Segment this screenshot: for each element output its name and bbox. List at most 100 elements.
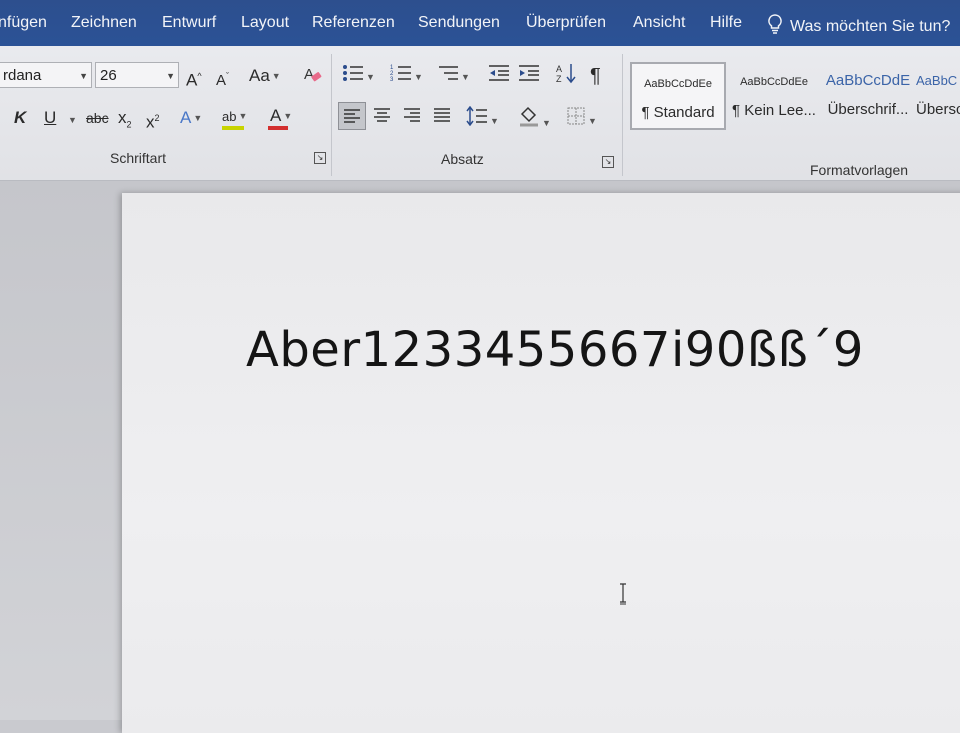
font-name-combobox[interactable]: rdana ▼ (0, 62, 92, 88)
subscript-icon: x (118, 108, 127, 127)
increase-indent-button[interactable] (518, 64, 540, 87)
tab-einfuegen[interactable]: nfügen (0, 14, 47, 32)
decrease-indent-button[interactable] (488, 64, 510, 87)
strikethrough-button[interactable]: abc (86, 108, 109, 128)
style-sample: AaBbC (916, 73, 958, 88)
i-beam-cursor-icon (618, 583, 628, 610)
style-sample: AaBbCcDdEe (740, 76, 808, 88)
sort-button[interactable]: AZ (556, 62, 576, 89)
paragraph-dialog-launcher-icon[interactable]: ↘ (602, 156, 614, 168)
tab-zeichnen[interactable]: Zeichnen (71, 14, 137, 32)
style-heading-1[interactable]: AaBbCcDdE Überschrif... (822, 62, 914, 130)
group-label-font: Schriftart (110, 150, 167, 166)
tell-me-label: Was möchten Sie tun? (790, 18, 951, 35)
align-right-icon (404, 108, 420, 122)
document-text[interactable]: Aber1233455667i90ßß´9 (246, 322, 864, 378)
group-divider (622, 54, 623, 176)
increase-indent-icon (519, 65, 539, 81)
borders-icon (567, 107, 585, 125)
chevron-down-icon[interactable]: ▼ (166, 63, 175, 89)
justify-button[interactable] (432, 106, 452, 131)
borders-button[interactable]: ▼ (566, 106, 597, 131)
eraser-icon: A (304, 66, 322, 83)
align-left-button[interactable] (338, 102, 366, 130)
numbering-button[interactable]: 1 2 3 ▼ (390, 64, 423, 87)
bullets-button[interactable]: ▼ (342, 64, 375, 87)
tab-hilfe[interactable]: Hilfe (710, 14, 742, 32)
highlight-color-bar (222, 126, 244, 130)
decrease-indent-icon (489, 65, 509, 81)
tab-layout[interactable]: Layout (241, 14, 289, 32)
grow-font-icon: A (186, 70, 198, 90)
numbered-list-icon: 123 (390, 65, 411, 83)
font-dialog-launcher-icon[interactable]: ↘ (314, 152, 326, 164)
subscript-small: 2 (126, 119, 132, 130)
chevron-down-icon: ▼ (238, 111, 248, 121)
subscript-button[interactable]: x2 (118, 108, 132, 134)
font-color-label: A (270, 106, 282, 125)
style-name: Übersc (916, 101, 960, 118)
highlight-button[interactable]: ab ▼ (222, 106, 248, 130)
highlighter-icon: ab (222, 107, 244, 130)
group-divider (331, 54, 332, 176)
tab-referenzen[interactable]: Referenzen (312, 14, 395, 32)
ribbon: rdana ▼ 26 ▼ A^ Aˇ Aa ▼ A K U ▼ abc x2 x2… (0, 46, 960, 181)
style-heading-2[interactable]: AaBbC Übersc (916, 62, 960, 130)
style-name: ¶ Standard (641, 104, 715, 121)
svg-text:Z: Z (556, 74, 562, 84)
tab-entwurf[interactable]: Entwurf (162, 14, 216, 32)
ribbon-tab-bar: nfügen Zeichnen Entwurf Layout Referenze… (0, 0, 960, 46)
align-center-button[interactable] (372, 106, 392, 131)
chevron-down-icon: ▼ (461, 72, 470, 82)
tab-ueberpruefen[interactable]: Überprüfen (526, 14, 606, 32)
text-effects-button[interactable]: A ▼ (180, 108, 202, 128)
style-standard[interactable]: AaBbCcDdEe ¶ Standard (630, 62, 726, 130)
tell-me-search[interactable]: Was möchten Sie tun? (768, 14, 950, 39)
tab-ansicht[interactable]: Ansicht (633, 14, 685, 32)
chevron-down-icon: ▼ (193, 113, 203, 123)
chevron-down-icon: ▼ (283, 111, 293, 121)
document-page[interactable] (122, 193, 960, 733)
underline-dropdown[interactable]: ▼ (66, 110, 77, 130)
svg-text:3: 3 (390, 77, 394, 82)
bullet-list-icon (343, 65, 363, 81)
superscript-button[interactable]: x2 (146, 108, 160, 133)
chevron-down-icon: ▼ (366, 72, 375, 82)
chevron-down-icon[interactable]: ▼ (79, 63, 88, 89)
line-spacing-icon (466, 105, 487, 127)
shading-button[interactable]: ▼ (518, 104, 551, 133)
chevron-down-icon: ▼ (68, 115, 77, 125)
line-spacing-button[interactable]: ▼ (466, 105, 499, 131)
underline-button[interactable]: U (44, 108, 56, 128)
shrink-font-icon: A (216, 72, 227, 89)
font-size-value: 26 (100, 67, 117, 84)
paint-bucket-icon (520, 106, 538, 127)
style-no-spacing[interactable]: AaBbCcDdEe ¶ Kein Lee... (728, 62, 820, 130)
change-case-button[interactable]: Aa ▼ (249, 66, 281, 86)
superscript-small: 2 (154, 113, 160, 123)
align-right-button[interactable] (402, 106, 422, 131)
font-color-bar (268, 126, 288, 130)
svg-text:A: A (556, 64, 562, 74)
highlight-label: ab (222, 109, 237, 124)
font-size-combobox[interactable]: 26 ▼ (95, 62, 179, 88)
chevron-down-icon: ▼ (490, 116, 499, 126)
shrink-font-button[interactable]: Aˇ (216, 66, 229, 91)
align-left-icon (344, 109, 360, 123)
multilevel-list-button[interactable]: ▼ (437, 64, 470, 87)
show-formatting-button[interactable]: ¶ (590, 66, 601, 86)
svg-text:A: A (304, 66, 314, 83)
style-name: Überschrif... (827, 101, 909, 118)
grow-font-button[interactable]: A^ (186, 66, 202, 91)
group-label-paragraph: Absatz (441, 151, 484, 167)
font-color-button[interactable]: A ▼ (268, 106, 293, 130)
tab-sendungen[interactable]: Sendungen (418, 14, 500, 32)
italic-bold-button[interactable]: K (14, 108, 26, 128)
clear-formatting-button[interactable]: A (303, 64, 323, 91)
chevron-down-icon: ▼ (271, 71, 281, 81)
superscript-icon: x (146, 112, 155, 132)
chevron-down-icon: ▼ (414, 72, 423, 82)
text-effects-icon: A (180, 108, 192, 127)
align-center-icon (374, 108, 390, 122)
change-case-icon: Aa (249, 66, 270, 85)
